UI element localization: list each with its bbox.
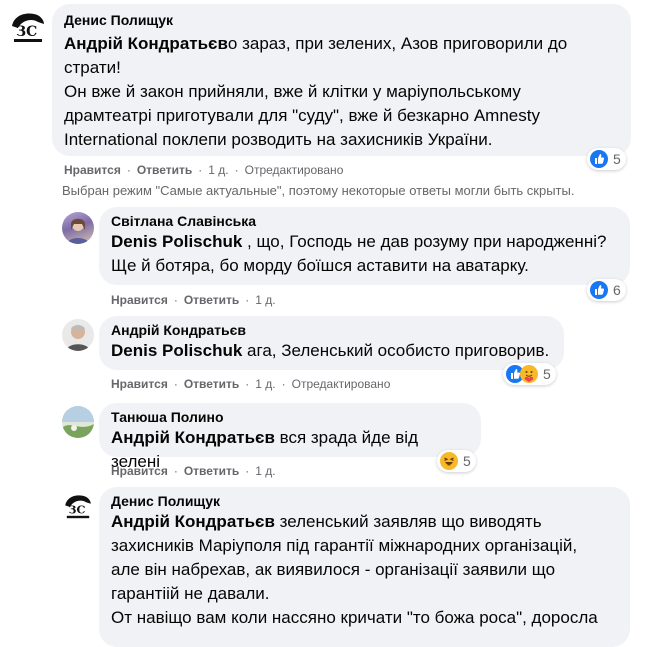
like-button[interactable]: Нравится: [111, 377, 168, 391]
comment-author[interactable]: Денис Полищук: [64, 12, 619, 28]
svg-text:ЗС: ЗС: [68, 502, 85, 516]
comment-text-line: От навіщо вам коли нассяно кричати "то б…: [111, 608, 598, 627]
group-logo-icon: ЗС: [65, 495, 91, 519]
reply-button[interactable]: Ответить: [184, 464, 239, 478]
comment-text-line: драмтеатрі приготували для "суду", вже й…: [64, 106, 540, 125]
comment-time[interactable]: 1 д.: [255, 293, 275, 307]
comment-author[interactable]: Танюша Полино: [111, 409, 469, 425]
mention-link[interactable]: Андрій Кондратьєв: [111, 428, 275, 447]
care-reaction-icon: [520, 365, 538, 383]
reaction-count: 5: [543, 366, 551, 382]
comment-actions: Нравится · Ответить · 1 д. · Отредактиро…: [64, 163, 344, 177]
reply-button[interactable]: Ответить: [137, 163, 192, 177]
mention-link[interactable]: Андрій Кондратьєв: [64, 34, 228, 53]
like-button[interactable]: Нравится: [111, 464, 168, 478]
haha-reaction-icon: [440, 452, 458, 470]
comment-text-line: Ще й ботяра, бо морду боїшся аставити на…: [111, 256, 529, 275]
comment-text-line: але він набрехав, ак виявилося - організ…: [111, 560, 556, 579]
avatar[interactable]: ЗС: [62, 491, 94, 523]
reactions-summary[interactable]: 5: [437, 450, 476, 472]
group-logo-icon: ЗС: [12, 13, 44, 42]
mention-link[interactable]: Denis Polischuk: [111, 341, 242, 360]
comment-author[interactable]: Андрій Кондратьєв: [111, 322, 552, 338]
comment-author[interactable]: Денис Полищук: [111, 493, 618, 509]
comment-text-line: , що, Господь не дав розуму при народжен…: [242, 232, 607, 251]
reactions-summary[interactable]: 5: [587, 148, 626, 170]
avatar[interactable]: [62, 406, 94, 438]
mention-link[interactable]: Denis Polischuk: [111, 232, 242, 251]
comment-text-line: ага, Зеленський особисто приговорив.: [242, 341, 550, 360]
comment-text-line: страти!: [64, 58, 121, 77]
reaction-count: 5: [613, 151, 621, 167]
like-reaction-icon: [590, 281, 608, 299]
comment-text-line: International поклепи розводить на захис…: [64, 130, 493, 149]
reply-button[interactable]: Ответить: [184, 293, 239, 307]
edited-label: Отредактировано: [244, 163, 344, 177]
comment-bubble: Андрій Кондратьєв Denis Polischuk ага, З…: [99, 316, 564, 370]
mention-link[interactable]: Андрій Кондратьєв: [111, 512, 275, 531]
comment-text-line: захисників Маріуполя під гарантії міжнар…: [111, 536, 578, 555]
comment-author[interactable]: Світлана Славінська: [111, 213, 618, 229]
reaction-count: 6: [613, 282, 621, 298]
reactions-summary[interactable]: 6: [587, 279, 626, 301]
comment-actions: Нравится · Ответить · 1 д.: [111, 464, 276, 478]
comment-bubble: Денис Полищук Андрій Кондратьєв зеленськ…: [99, 487, 630, 647]
comment-text-line: зеленський заявляв що виводять: [274, 512, 542, 531]
avatar[interactable]: ЗС: [8, 8, 48, 48]
comment-time[interactable]: 1 д.: [255, 377, 275, 391]
like-button[interactable]: Нравится: [111, 293, 168, 307]
comment-text-line: гарантіій не давали.: [111, 584, 270, 603]
comment-time[interactable]: 1 д.: [208, 163, 228, 177]
like-button[interactable]: Нравится: [64, 163, 121, 177]
comment-actions: Нравится · Ответить · 1 д.: [111, 293, 276, 307]
user-photo-icon: [67, 218, 89, 244]
reactions-summary[interactable]: 5: [503, 363, 556, 385]
comment-actions: Нравится · Ответить · 1 д. · Отредактиро…: [111, 377, 391, 391]
user-photo-icon: [66, 325, 90, 351]
like-reaction-icon: [590, 150, 608, 168]
reaction-count: 5: [463, 453, 471, 469]
comment-bubble: Світлана Славінська Denis Polischuk , що…: [99, 207, 630, 285]
svg-text:ЗС: ЗС: [16, 24, 37, 40]
avatar[interactable]: [62, 212, 94, 244]
user-photo-icon: [62, 406, 94, 438]
reply-button[interactable]: Ответить: [184, 377, 239, 391]
comment-text-line: Он вже й закон прийняли, вже й клітки у …: [64, 82, 521, 101]
comment-bubble: Денис Полищук Андрій Кондратьєво зараз, …: [52, 4, 631, 156]
comment-text-line: о зараз, при зелених, Азов приговорили д…: [227, 34, 568, 53]
comment-time[interactable]: 1 д.: [255, 464, 275, 478]
avatar[interactable]: [62, 319, 94, 351]
sort-notice: Выбран режим "Самые актуальные", поэтому…: [62, 183, 575, 198]
edited-label: Отредактировано: [291, 377, 391, 391]
comment-bubble: Танюша Полино Андрій Кондратьєв вся зрад…: [99, 403, 481, 471]
